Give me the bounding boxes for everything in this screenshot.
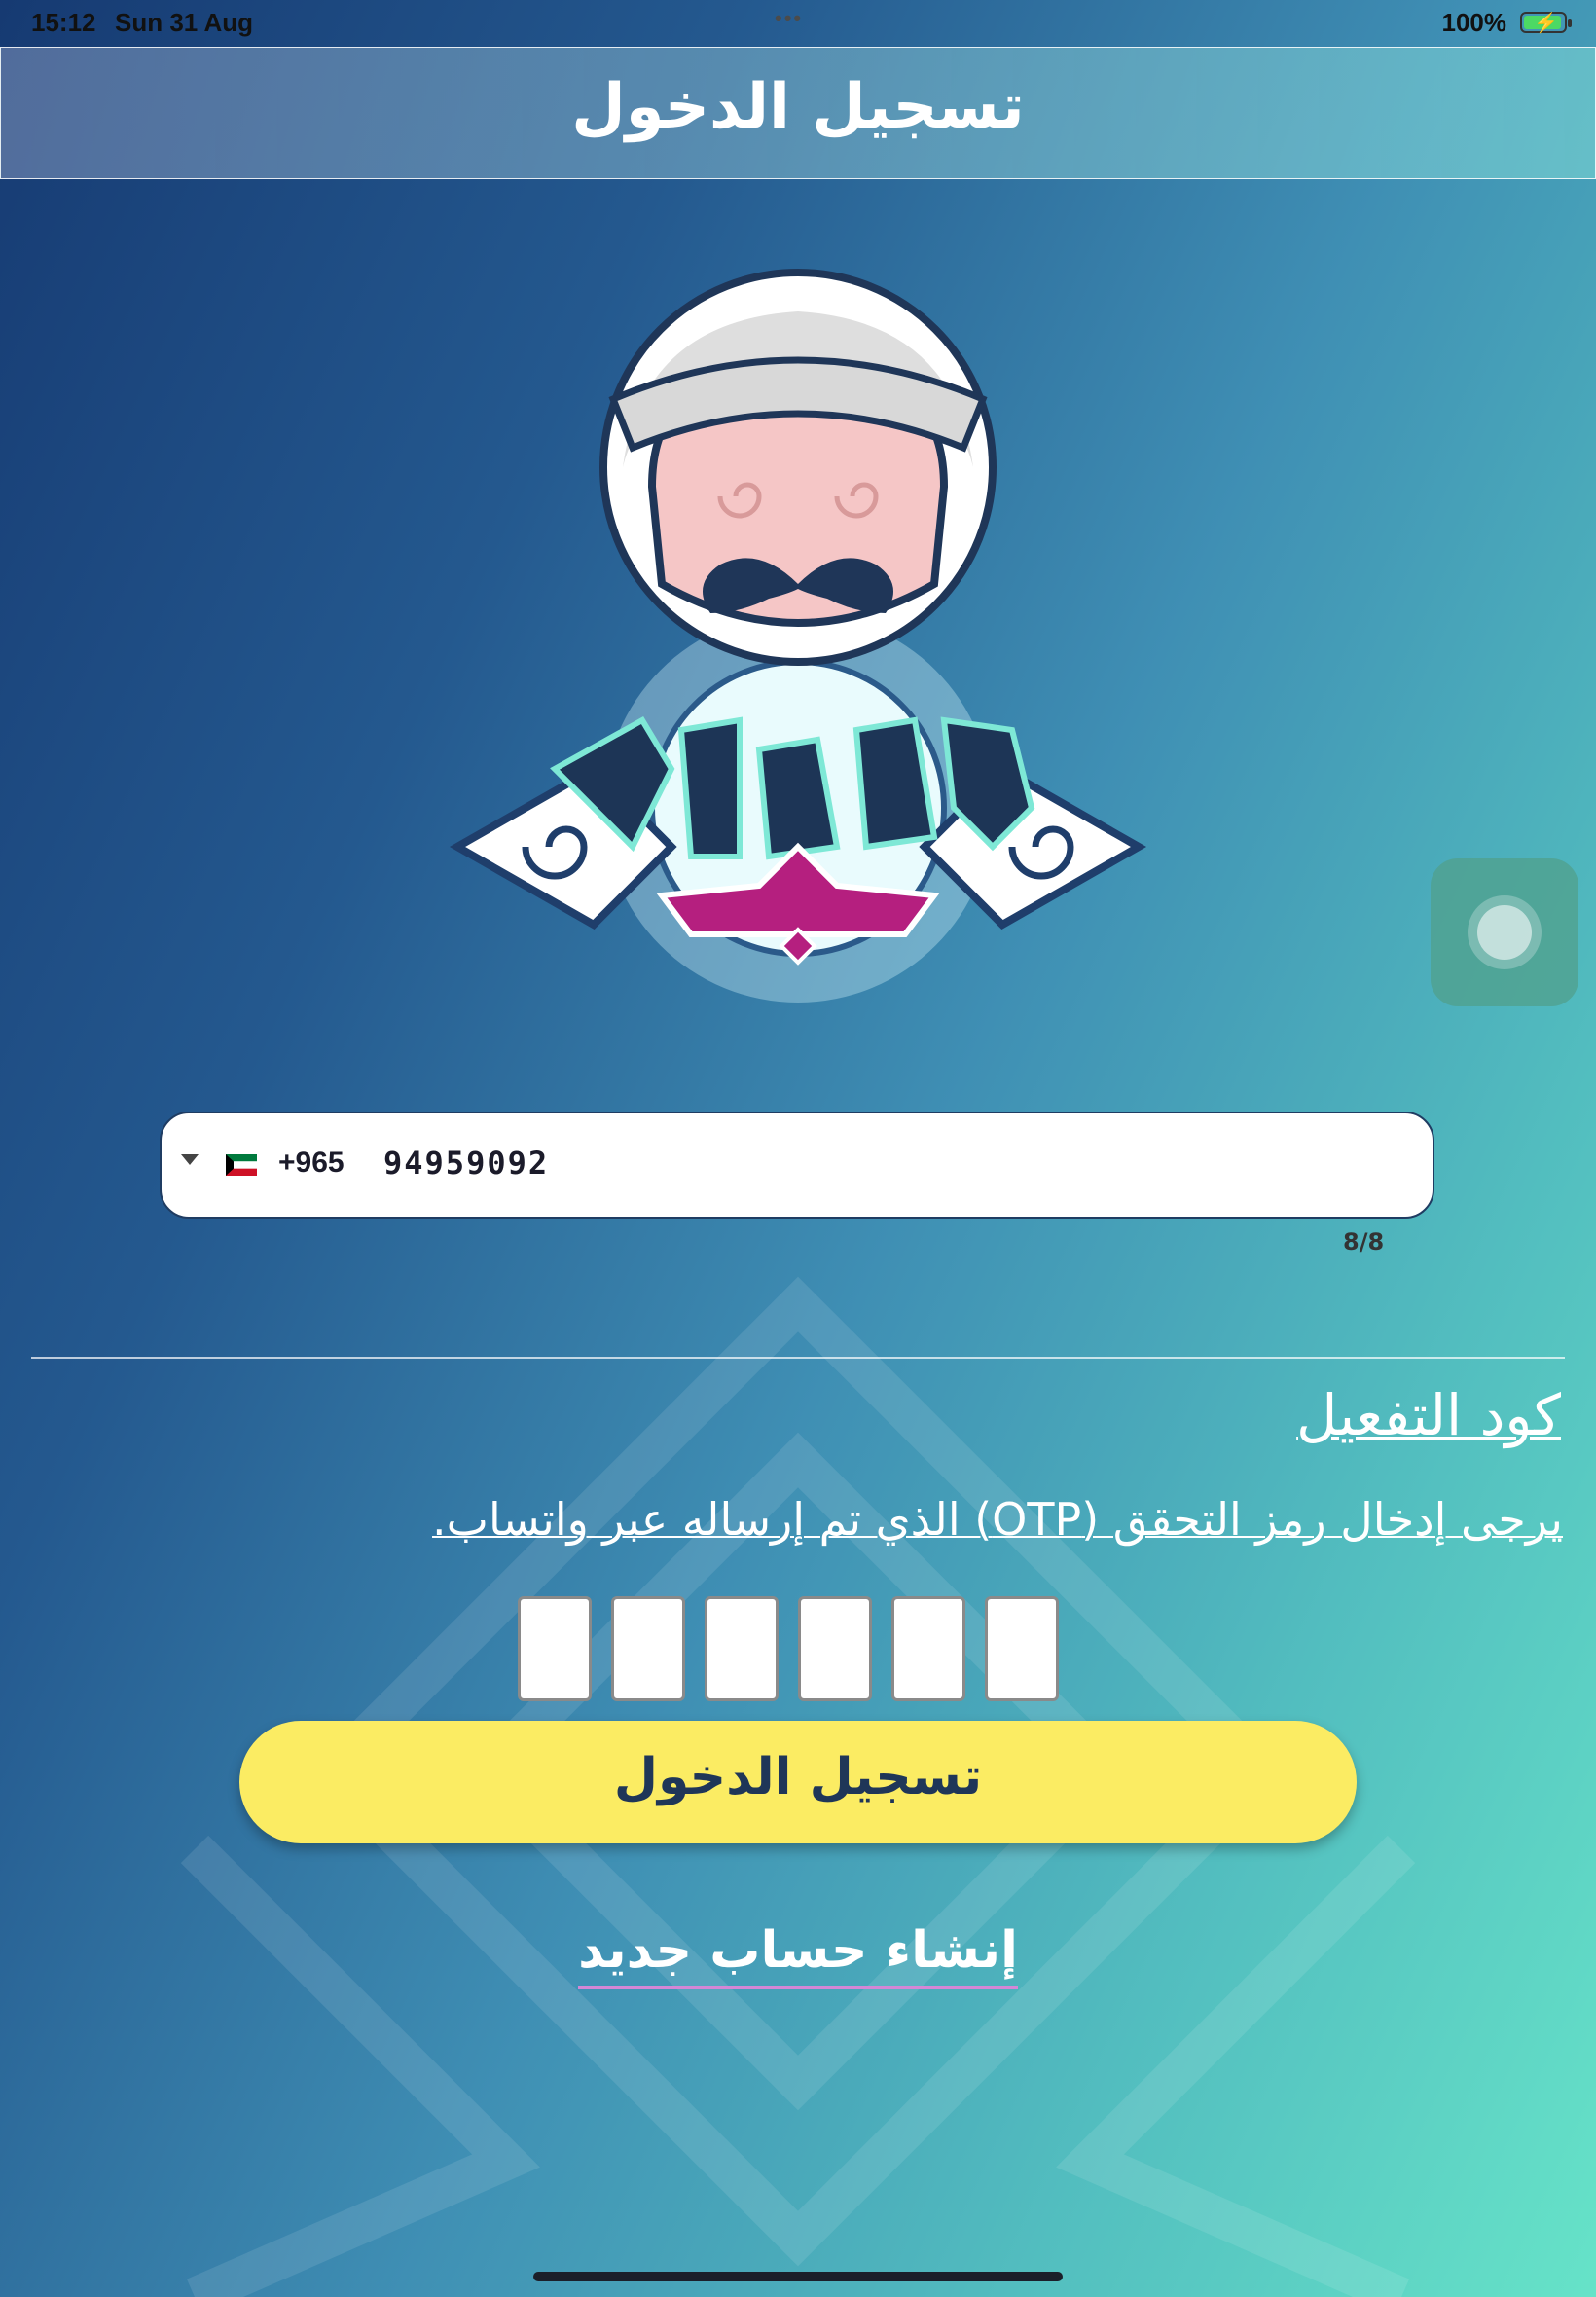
create-account-label[interactable]: إنشاء حساب جديد <box>578 1921 1018 1989</box>
activation-code-title: كود التفعيل <box>1296 1382 1561 1448</box>
mascot-logo <box>449 269 1147 1003</box>
title-bar: تسجيل الدخول <box>0 47 1596 179</box>
status-bar: 15:12 Sun 31 Aug ••• 100% ⚡ <box>0 0 1596 45</box>
battery-percent: 100% <box>1441 8 1507 37</box>
assistive-touch-dot <box>1477 905 1532 960</box>
otp-digit-4[interactable] <box>798 1596 872 1701</box>
otp-digit-1[interactable] <box>518 1596 592 1701</box>
otp-digit-6[interactable] <box>985 1596 1059 1701</box>
login-button[interactable]: تسجيل الدخول <box>239 1721 1357 1843</box>
battery-nub <box>1568 19 1572 27</box>
kuwait-flag-icon[interactable] <box>226 1154 257 1176</box>
phone-number-value[interactable]: 94959092 <box>383 1145 549 1182</box>
otp-instruction: يرجى إدخال رمز التحقق (OTP) الذي تم إرسا… <box>432 1493 1563 1546</box>
chevron-down-icon[interactable] <box>181 1154 199 1165</box>
otp-digit-3[interactable] <box>705 1596 779 1701</box>
create-account-link[interactable]: إنشاء حساب جديد <box>0 1921 1596 1989</box>
country-code[interactable]: +965 <box>278 1147 345 1180</box>
otp-digit-5[interactable] <box>891 1596 965 1701</box>
charging-bolt-icon: ⚡ <box>1534 13 1558 34</box>
otp-input-group <box>518 1596 1063 1705</box>
status-time: 15:12 <box>31 8 96 37</box>
phone-input[interactable]: +965 94959092 <box>160 1112 1434 1219</box>
battery-icon: ⚡ <box>1520 12 1572 34</box>
status-date: Sun 31 Aug <box>115 8 254 37</box>
home-indicator[interactable] <box>533 2272 1063 2281</box>
page-title: تسجيل الدخول <box>571 71 1025 143</box>
otp-digit-2[interactable] <box>611 1596 685 1701</box>
login-button-label: تسجيل الدخول <box>613 1748 983 1806</box>
character-counter: 8/8 <box>1343 1228 1385 1256</box>
assistive-touch-button[interactable] <box>1431 858 1578 1006</box>
multitask-dots-icon[interactable]: ••• <box>775 6 803 31</box>
section-divider <box>31 1357 1565 1359</box>
